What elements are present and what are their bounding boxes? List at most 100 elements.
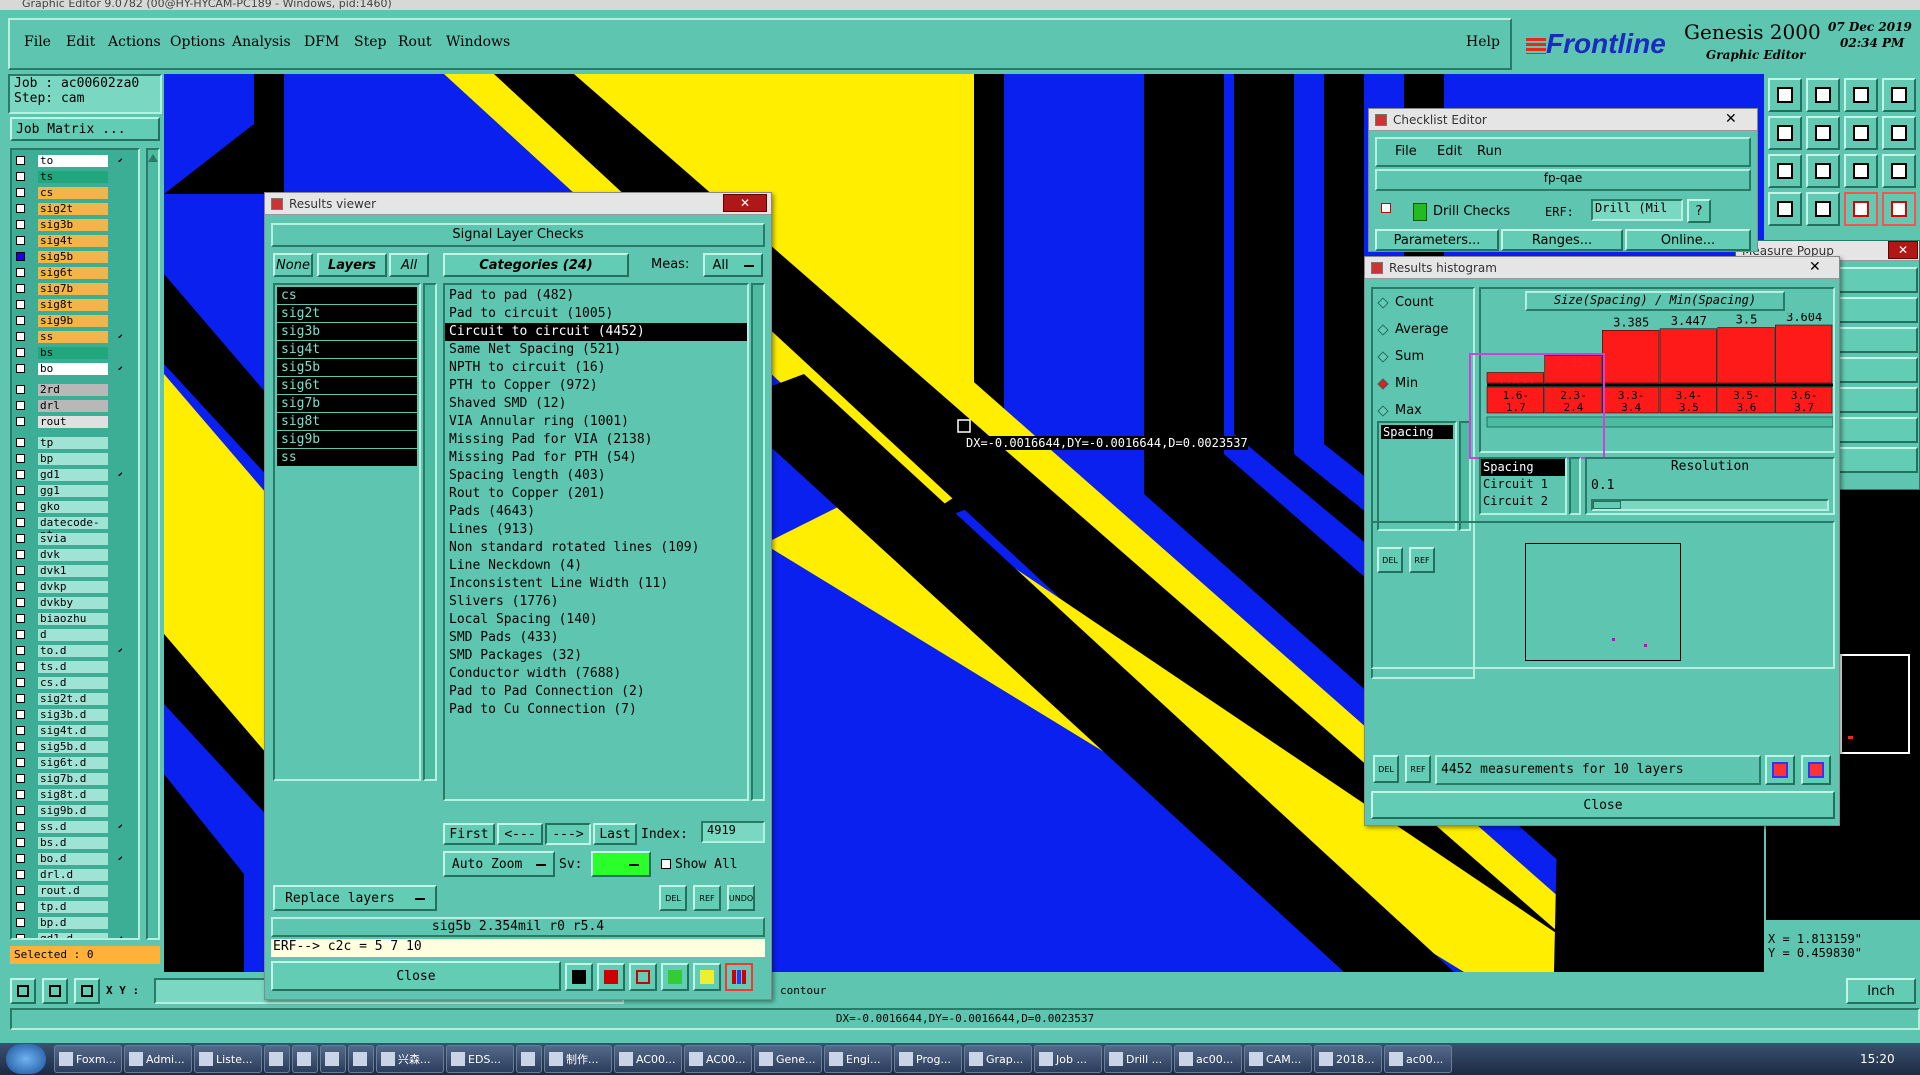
parameters-button[interactable]: Parameters... [1375,229,1499,251]
layer-checkbox[interactable] [16,566,25,575]
next-button[interactable]: ---> [545,823,591,845]
taskbar-item[interactable]: AC00... [684,1045,752,1073]
layer-checkbox[interactable] [16,790,25,799]
undo-button[interactable]: UNDO [727,885,755,911]
bottom-tool-1[interactable] [10,978,36,1004]
category-item[interactable]: Line Neckdown (4) [445,557,747,575]
layer-row-sig5b-d[interactable]: sig5b.d [12,740,138,753]
layer-checkbox[interactable] [16,742,25,751]
layer-checkbox[interactable] [16,348,25,357]
layer-name[interactable]: sig6t.d [38,756,108,769]
menu-item-actions[interactable]: Actions [108,34,161,50]
menu-item-file[interactable]: File [24,34,51,50]
layer-name[interactable]: dvk1 [38,564,108,577]
index-field[interactable]: 4919 [701,821,765,843]
layer-row-sig4t-d[interactable]: sig4t.d [12,724,138,737]
taskbar-item[interactable]: EDS... [446,1045,514,1073]
rv-tool-2[interactable] [597,963,625,991]
bottom-tool-2[interactable] [42,978,68,1004]
taskbar-item[interactable]: CAM... [1244,1045,1312,1073]
none-button[interactable]: None [273,253,313,277]
layer-name[interactable]: bo.d [38,852,108,865]
layer-name[interactable]: sig5b [38,250,108,263]
last-button[interactable]: Last [593,823,637,845]
hist-bar[interactable] [1602,330,1660,384]
del-button[interactable]: DEL [659,885,687,911]
layer-row-cs-d[interactable]: cs.d [12,676,138,689]
category-list[interactable]: Pad to pad (482) Pad to circuit (1005) Cir… [443,283,749,801]
layer-name[interactable]: biaozhu [38,612,108,625]
ranges-button[interactable]: Ranges... [1501,229,1623,251]
sv-color-select[interactable] [591,851,651,877]
taskbar-item[interactable]: Job ... [1034,1045,1102,1073]
hist-ref-button-2[interactable]: REF [1405,755,1431,783]
layer-checkbox[interactable] [16,550,25,559]
menu-item-options[interactable]: Options [170,34,225,50]
checklist-menu-run[interactable]: Run [1477,144,1502,159]
rv-layer-item[interactable]: sig6t [277,377,417,394]
layer-row-dvkby[interactable]: dvkby [12,596,138,609]
taskbar-item[interactable] [348,1045,374,1073]
layer-checkbox[interactable] [16,758,25,767]
layer-checkbox[interactable] [16,486,25,495]
layer-row-to[interactable]: to ⬋ [12,154,138,167]
layer-row-sig8t[interactable]: sig8t [12,298,138,311]
rv-tool-4[interactable] [661,963,689,991]
layer-checkbox[interactable] [16,678,25,687]
layer-row-sig3b-d[interactable]: sig3b.d [12,708,138,721]
category-item[interactable]: Slivers (1776) [445,593,747,611]
menu-item-analysis[interactable]: Analysis [232,34,291,50]
tool-button-14[interactable] [1806,192,1840,226]
layer-checkbox[interactable] [16,838,25,847]
layer-row-rout-d[interactable]: rout.d [12,884,138,897]
layer-name[interactable]: sig3b.d [38,708,108,721]
layer-row-to-d[interactable]: to.d ⬋ [12,644,138,657]
layer-name[interactable]: gko [38,500,108,513]
hist-right-item[interactable]: Circuit 1 [1481,476,1565,493]
tool-button-11[interactable] [1844,154,1878,188]
layer-row-sig9b[interactable]: sig9b [12,314,138,327]
layer-row-gd1[interactable]: gd1 ⬋ [12,468,138,481]
layer-checkbox[interactable] [16,582,25,591]
ref-button[interactable]: REF [693,885,721,911]
category-item[interactable]: Spacing length (403) [445,467,747,485]
auto-zoom-select[interactable]: Auto Zoom [443,851,555,877]
category-item[interactable]: Pad to circuit (1005) [445,305,747,323]
show-all-checkbox[interactable] [661,859,671,869]
layer-row-drl-d[interactable]: drl.d [12,868,138,881]
layer-row-gko[interactable]: gko [12,500,138,513]
hist-tool-1[interactable] [1765,755,1795,785]
category-item[interactable]: Lines (913) [445,521,747,539]
hist-bar[interactable] [1659,328,1717,384]
layer-name[interactable]: bs [38,346,108,359]
layer-row-d[interactable]: d [12,628,138,641]
layer-name[interactable]: gd1.d [38,932,108,938]
rv-layer-item[interactable]: sig8t [277,413,417,430]
checklist-menu-file[interactable]: File [1395,144,1417,159]
category-item[interactable]: Pad to Cu Connection (7) [445,701,747,719]
layer-checkbox[interactable] [16,300,25,309]
layer-checkbox[interactable] [16,156,25,165]
tool-button-16[interactable] [1882,192,1916,226]
layer-row-svia[interactable]: svia [12,532,138,545]
layer-name[interactable]: sig6t [38,266,108,279]
taskbar-item[interactable]: 2018... [1314,1045,1382,1073]
layer-row-sig2t[interactable]: sig2t [12,202,138,215]
rv-tool-5[interactable] [693,963,721,991]
menu-item-edit[interactable]: Edit [66,34,95,50]
layer-row-sig9b-d[interactable]: sig9b.d [12,804,138,817]
menu-item-step[interactable]: Step [354,34,386,50]
rv-layer-item[interactable]: sig7b [277,395,417,412]
tool-button-12[interactable] [1882,154,1916,188]
rv-layer-item[interactable]: sig2t [277,305,417,322]
job-matrix-button[interactable]: Job Matrix ... [10,117,160,141]
menu-item-dfm[interactable]: DFM [304,34,339,50]
layer-row-gg1[interactable]: gg1 [12,484,138,497]
layer-checkbox[interactable] [16,470,25,479]
category-item[interactable]: Rout to Copper (201) [445,485,747,503]
category-scrollbar[interactable] [751,283,765,801]
layer-checkbox[interactable] [16,385,25,394]
tool-button-8[interactable] [1882,116,1916,150]
layer-name[interactable]: sig8t.d [38,788,108,801]
category-item[interactable]: NPTH to circuit (16) [445,359,747,377]
